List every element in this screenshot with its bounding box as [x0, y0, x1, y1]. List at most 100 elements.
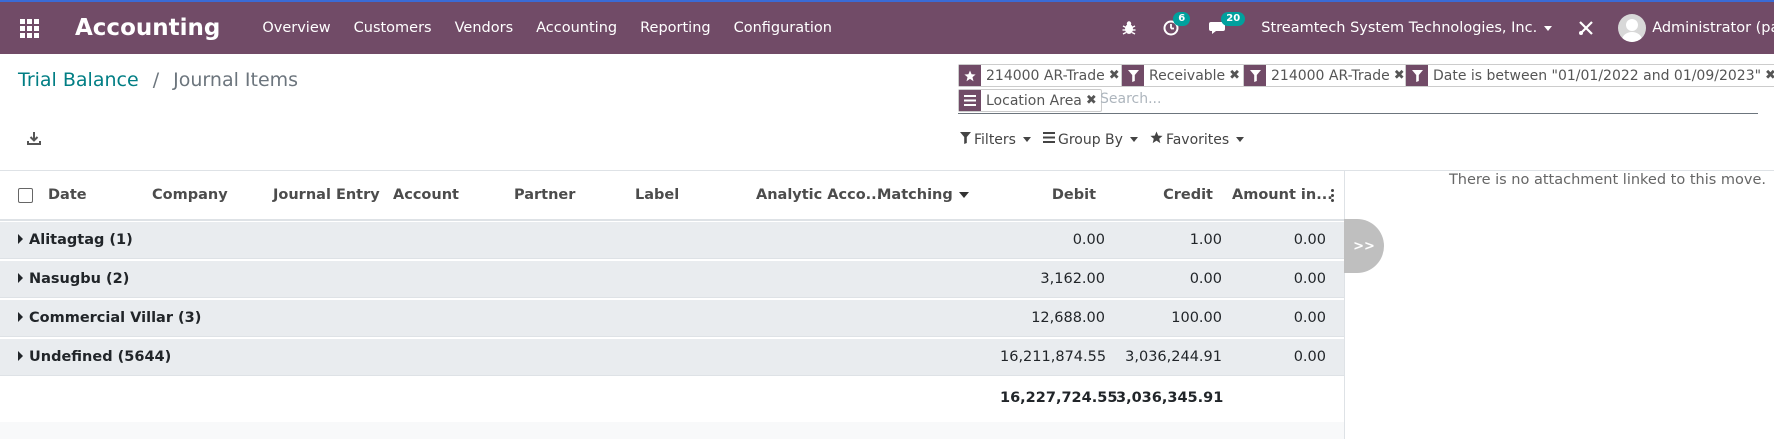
- col-matching[interactable]: Matching: [877, 187, 969, 203]
- activity-clock-icon[interactable]: 6: [1163, 12, 1191, 36]
- col-analytic-account[interactable]: Analytic Acco...: [756, 187, 882, 203]
- facet-label: Date is between "01/01/2022 and 01/09/20…: [1433, 67, 1762, 84]
- col-account[interactable]: Account: [393, 187, 459, 203]
- facet-label: 214000 AR-Trade: [986, 67, 1105, 84]
- select-all-checkbox[interactable]: [18, 188, 33, 203]
- messages-badge: 20: [1221, 12, 1246, 26]
- group-debit: 12,688.00: [1031, 310, 1105, 326]
- col-debit[interactable]: Debit: [1000, 187, 1096, 203]
- chevron-down-icon: [1022, 137, 1031, 142]
- group-row-alitagtag[interactable]: Alitagtag (1) 0.00 1.00 0.00: [0, 222, 1344, 259]
- search-bar: 214000 AR-Trade ✖ Receivable ✖ 214000 AR…: [958, 62, 1774, 114]
- no-attachment-message: There is no attachment linked to this mo…: [1448, 172, 1766, 188]
- optional-columns-icon[interactable]: [1330, 189, 1334, 204]
- attachment-panel: There is no attachment linked to this mo…: [1344, 171, 1774, 439]
- col-credit[interactable]: Credit: [1116, 187, 1213, 203]
- menu-overview[interactable]: Overview: [262, 20, 330, 36]
- filter-icon: [1406, 65, 1428, 86]
- close-icon[interactable]: ✖: [1229, 68, 1244, 83]
- groupby-label: Group By: [1057, 131, 1123, 148]
- messages-chat-icon[interactable]: 20: [1209, 12, 1246, 36]
- breadcrumb-separator: /: [152, 69, 160, 91]
- group-row-undefined[interactable]: Undefined (5644) 16,211,874.55 3,036,244…: [0, 339, 1344, 376]
- close-icon[interactable]: ✖: [1086, 93, 1101, 108]
- col-label[interactable]: Label: [635, 187, 679, 203]
- download-icon[interactable]: [26, 130, 48, 152]
- total-debit: 16,227,724.55: [1000, 390, 1118, 406]
- col-partner[interactable]: Partner: [514, 187, 575, 203]
- debug-bug-icon[interactable]: [1121, 20, 1137, 36]
- group-row-nasugbu[interactable]: Nasugbu (2) 3,162.00 0.00 0.00: [0, 261, 1344, 298]
- facet-label: 214000 AR-Trade: [1271, 67, 1390, 84]
- star-icon: [1150, 131, 1163, 148]
- list-bottom-spacer: [0, 422, 1344, 439]
- group-name: Alitagtag (1): [18, 232, 133, 248]
- filters-dropdown[interactable]: Filters: [960, 131, 1031, 148]
- breadcrumb-trial-balance[interactable]: Trial Balance: [18, 69, 139, 91]
- favorites-dropdown[interactable]: Favorites: [1150, 131, 1245, 148]
- facet-label: Location Area: [986, 92, 1082, 109]
- group-credit: 3,036,244.91: [1125, 349, 1222, 365]
- groupby-dropdown[interactable]: Group By: [1042, 131, 1138, 148]
- total-credit: 3,036,345.91: [1116, 390, 1224, 406]
- group-name: Nasugbu (2): [18, 271, 129, 287]
- group-label: Undefined (5644): [29, 349, 172, 365]
- avatar: [1618, 14, 1647, 42]
- menu-customers[interactable]: Customers: [354, 20, 432, 36]
- apps-menu-icon[interactable]: [0, 2, 58, 54]
- table-header: Date Company Journal Entry Account Partn…: [0, 171, 1344, 221]
- close-tools-icon[interactable]: [1578, 20, 1594, 36]
- filter-icon: [1244, 65, 1266, 86]
- group-label: Commercial Villar (3): [29, 310, 202, 326]
- group-amount: 0.00: [1293, 232, 1326, 248]
- group-amount: 0.00: [1293, 349, 1326, 365]
- group-credit: 0.00: [1189, 271, 1222, 287]
- col-matching-label: Matching: [877, 187, 953, 203]
- facet-groupby: Location Area ✖: [958, 89, 1102, 112]
- group-amount: 0.00: [1293, 271, 1326, 287]
- user-name: Administrator (pavi: [1652, 20, 1774, 36]
- facet-filter-date: Date is between "01/01/2022 and 01/09/20…: [1405, 64, 1774, 87]
- group-debit: 3,162.00: [1040, 271, 1105, 287]
- breadcrumb-journal-items: Journal Items: [173, 69, 299, 91]
- col-amount-currency[interactable]: Amount in...: [1232, 187, 1333, 203]
- menu-configuration[interactable]: Configuration: [734, 20, 832, 36]
- filter-icon: [960, 131, 971, 148]
- group-row-commercial-villar[interactable]: Commercial Villar (3) 12,688.00 100.00 0…: [0, 300, 1344, 337]
- company-name: Streamtech System Technologies, Inc.: [1261, 20, 1538, 36]
- main-menu: Overview Customers Vendors Accounting Re…: [262, 20, 855, 36]
- chevron-down-icon: [1544, 25, 1553, 31]
- close-icon[interactable]: ✖: [1765, 68, 1774, 83]
- col-company[interactable]: Company: [152, 187, 228, 203]
- breadcrumb: Trial Balance / Journal Items: [18, 69, 298, 91]
- top-navbar: Accounting Overview Customers Vendors Ac…: [0, 0, 1774, 54]
- group-amount: 0.00: [1293, 310, 1326, 326]
- group-credit: 100.00: [1171, 310, 1222, 326]
- app-name[interactable]: Accounting: [75, 15, 220, 41]
- group-label: Nasugbu (2): [29, 271, 130, 287]
- group-debit: 16,211,874.55: [1000, 349, 1107, 365]
- group-name: Commercial Villar (3): [18, 310, 201, 326]
- company-switcher[interactable]: Streamtech System Technologies, Inc.: [1261, 20, 1553, 36]
- menu-vendors[interactable]: Vendors: [455, 20, 514, 36]
- menu-reporting[interactable]: Reporting: [640, 20, 711, 36]
- sort-desc-icon: [958, 192, 969, 198]
- control-panel: Trial Balance / Journal Items 214000 AR-…: [0, 54, 1774, 171]
- col-journal-entry[interactable]: Journal Entry: [273, 187, 380, 203]
- list-icon: [959, 90, 981, 111]
- group-debit: 0.00: [1072, 232, 1105, 248]
- chevron-down-icon: [1236, 137, 1245, 142]
- caret-right-icon: [18, 351, 23, 361]
- systray: 6 20 Streamtech System Technologies, Inc…: [1121, 2, 1774, 54]
- journal-items-list: Date Company Journal Entry Account Partn…: [0, 171, 1344, 439]
- menu-accounting[interactable]: Accounting: [536, 20, 617, 36]
- caret-right-icon: [18, 234, 23, 244]
- group-label: Alitagtag (1): [29, 232, 133, 248]
- user-menu[interactable]: Administrator (pavi: [1618, 14, 1774, 42]
- facet-label: Receivable: [1149, 67, 1226, 84]
- search-input[interactable]: [1100, 88, 1400, 110]
- caret-right-icon: [18, 312, 23, 322]
- filters-label: Filters: [974, 131, 1016, 148]
- col-date[interactable]: Date: [48, 187, 87, 203]
- totals-row: 16,227,724.55 3,036,345.91: [0, 378, 1344, 416]
